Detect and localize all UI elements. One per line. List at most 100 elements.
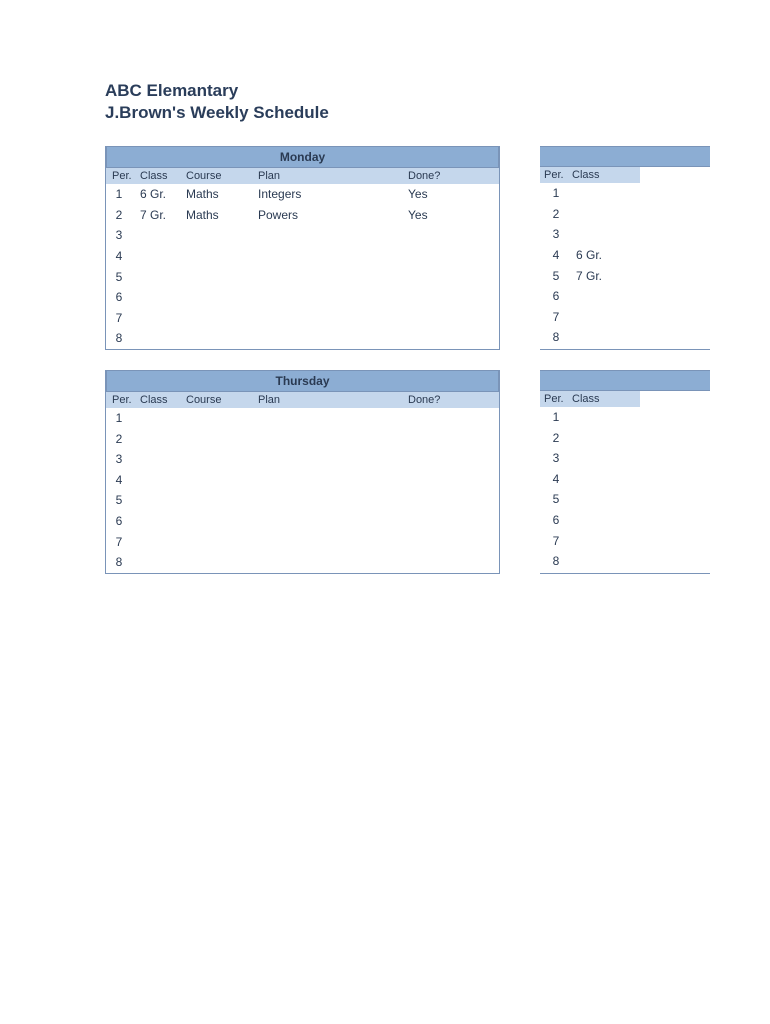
cell-plan xyxy=(258,268,408,287)
table-row: 3 xyxy=(540,448,710,469)
cell-per: 5 xyxy=(106,491,140,510)
cell-per: 2 xyxy=(542,205,570,224)
cell-plan xyxy=(258,409,408,428)
table-row: 3 xyxy=(106,449,499,470)
cell-per: 3 xyxy=(542,449,570,468)
thursday-header: Thursday xyxy=(106,370,499,392)
table-row: 5 xyxy=(106,267,499,288)
cell-done xyxy=(408,329,488,348)
cell-per: 8 xyxy=(106,553,140,572)
cell-course xyxy=(186,409,258,428)
cell-per: 7 xyxy=(106,533,140,552)
cell-class xyxy=(570,470,630,489)
col-header-course: Course xyxy=(186,170,258,182)
cell-plan: Powers xyxy=(258,206,408,225)
cell-plan xyxy=(258,226,408,245)
col-header-plan: Plan xyxy=(258,170,408,182)
cell-course xyxy=(186,309,258,328)
table-row: 7 xyxy=(106,532,499,553)
cell-done xyxy=(408,409,488,428)
table-row: 16 Gr.MathsIntegersYes xyxy=(106,184,499,205)
monday-table: Monday Per. Class Course Plan Done? 16 G… xyxy=(105,146,500,350)
cell-class xyxy=(140,226,186,245)
cell-class xyxy=(140,471,186,490)
cell-done xyxy=(408,450,488,469)
cell-course: Maths xyxy=(186,206,258,225)
cell-per: 5 xyxy=(106,268,140,287)
title-line-1: ABC Elemantary xyxy=(105,80,770,102)
table-row: 57 Gr. xyxy=(540,266,710,287)
cell-class xyxy=(570,408,630,427)
cell-per: 4 xyxy=(106,471,140,490)
table-row: 6 xyxy=(106,287,499,308)
cell-plan xyxy=(258,553,408,572)
cell-class: 6 Gr. xyxy=(140,185,186,204)
cell-class xyxy=(570,205,630,224)
cell-course xyxy=(186,329,258,348)
col-header-class: Class xyxy=(572,393,632,405)
cell-course xyxy=(186,288,258,307)
cell-per: 1 xyxy=(542,184,570,203)
cell-done xyxy=(408,247,488,266)
cell-class xyxy=(570,287,630,306)
cell-done xyxy=(408,533,488,552)
cell-done xyxy=(408,471,488,490)
table-row: 2 xyxy=(106,429,499,450)
cell-per: 8 xyxy=(542,552,570,571)
cell-plan xyxy=(258,471,408,490)
cell-done xyxy=(408,226,488,245)
thursday-col-headers: Per. Class Course Plan Done? xyxy=(106,392,499,408)
cell-per: 2 xyxy=(106,430,140,449)
cell-done xyxy=(408,491,488,510)
side2-col-headers: Per. Class xyxy=(540,391,640,407)
table-row: 8 xyxy=(106,328,499,349)
cell-plan xyxy=(258,450,408,469)
side-table-2: Per. Class 12345678 xyxy=(540,370,710,574)
table-row: 2 xyxy=(540,428,710,449)
cell-class: 6 Gr. xyxy=(570,246,630,265)
table-row: 5 xyxy=(106,490,499,511)
schedule-row-1: Monday Per. Class Course Plan Done? 16 G… xyxy=(105,146,770,350)
table-row: 3 xyxy=(106,225,499,246)
cell-class xyxy=(140,409,186,428)
cell-class xyxy=(140,491,186,510)
title-line-2: J.Brown's Weekly Schedule xyxy=(105,102,770,124)
page-title: ABC Elemantary J.Brown's Weekly Schedule xyxy=(105,80,770,124)
cell-course: Maths xyxy=(186,185,258,204)
cell-class xyxy=(140,247,186,266)
cell-done xyxy=(408,553,488,572)
cell-class xyxy=(570,490,630,509)
cell-course xyxy=(186,533,258,552)
monday-col-headers: Per. Class Course Plan Done? xyxy=(106,168,499,184)
cell-plan xyxy=(258,247,408,266)
cell-done xyxy=(408,309,488,328)
table-row: 7 xyxy=(106,308,499,329)
cell-class xyxy=(140,450,186,469)
table-row: 6 xyxy=(540,286,710,307)
col-header-class: Class xyxy=(140,170,186,182)
cell-done xyxy=(408,268,488,287)
cell-per: 5 xyxy=(542,490,570,509)
cell-course xyxy=(186,512,258,531)
cell-per: 7 xyxy=(542,532,570,551)
col-header-per: Per. xyxy=(106,170,140,182)
table-row: 6 xyxy=(540,510,710,531)
table-row: 4 xyxy=(540,469,710,490)
schedule-page: ABC Elemantary J.Brown's Weekly Schedule… xyxy=(0,0,770,574)
cell-per: 8 xyxy=(542,328,570,347)
side1-rows: 12346 Gr.57 Gr.678 xyxy=(540,183,710,348)
cell-course xyxy=(186,226,258,245)
cell-class xyxy=(140,268,186,287)
cell-class xyxy=(570,552,630,571)
col-header-class: Class xyxy=(140,394,186,406)
cell-done xyxy=(408,430,488,449)
cell-per: 6 xyxy=(542,287,570,306)
cell-class xyxy=(140,430,186,449)
col-header-plan: Plan xyxy=(258,394,408,406)
cell-plan xyxy=(258,329,408,348)
cell-per: 1 xyxy=(106,185,140,204)
side-table-1: Per. Class 12346 Gr.57 Gr.678 xyxy=(540,146,710,350)
table-row: 27 Gr.MathsPowersYes xyxy=(106,205,499,226)
table-row: 8 xyxy=(540,551,710,572)
cell-class xyxy=(570,429,630,448)
